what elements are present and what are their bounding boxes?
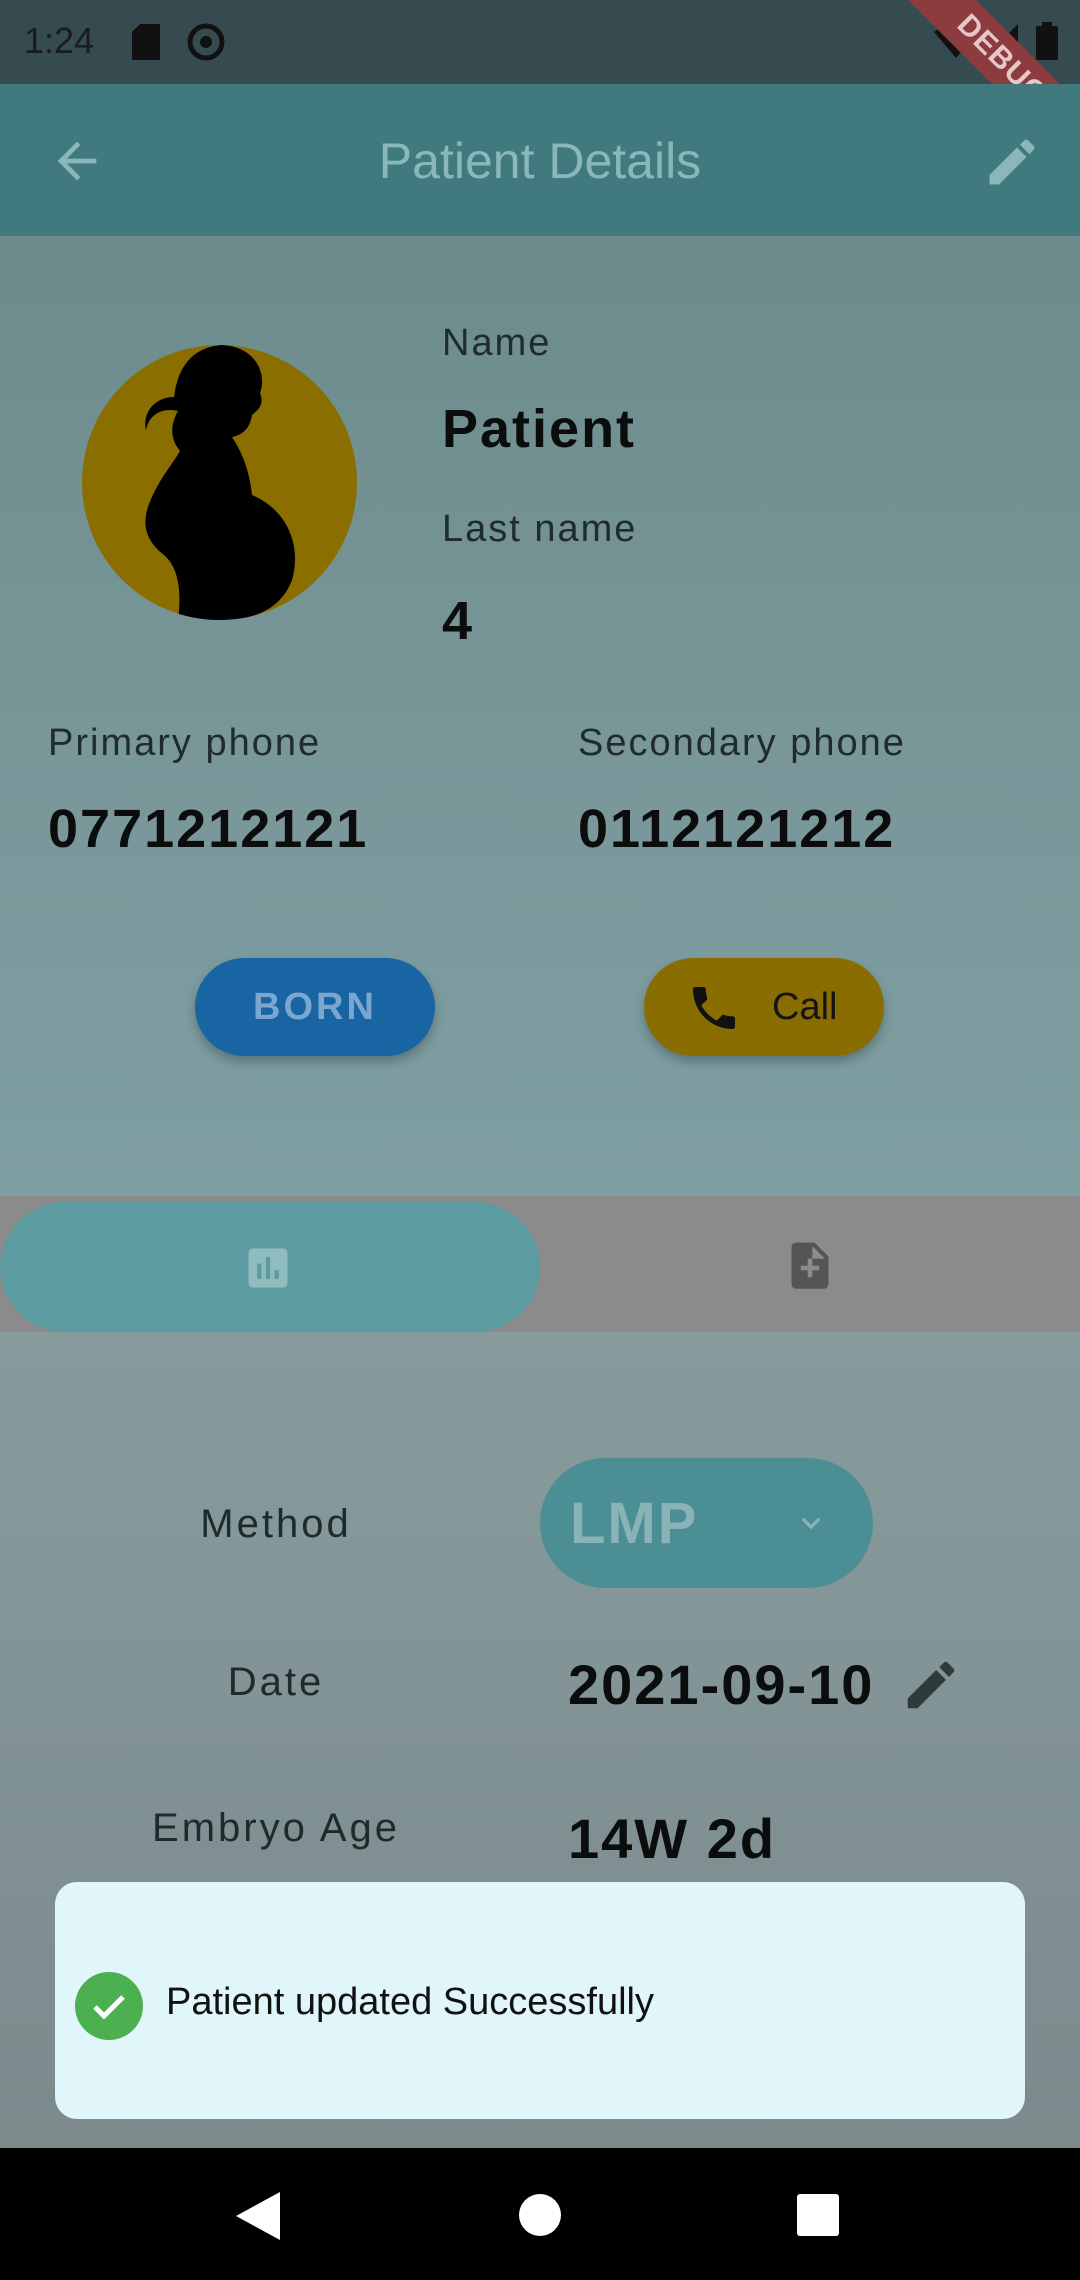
chevron-down-icon	[792, 1504, 830, 1547]
system-nav-bar	[0, 2148, 1080, 2280]
app-bar: Patient Details	[0, 84, 1080, 236]
phone-icon	[686, 980, 742, 1041]
date-value: 2021-09-10	[568, 1653, 875, 1716]
method-label: Method	[200, 1502, 352, 1546]
check-circle-icon	[75, 1972, 143, 2045]
do-not-disturb-icon	[186, 22, 226, 67]
edit-date-icon[interactable]	[900, 1654, 962, 1721]
tab-add-document[interactable]	[540, 1202, 1080, 1332]
status-bar: 1:24 DEBUG	[0, 0, 1080, 169]
born-button[interactable]: BORN	[195, 958, 435, 1056]
last-name-label: Last name	[442, 508, 638, 550]
method-value: LMP	[570, 1491, 699, 1556]
call-button[interactable]: Call	[644, 958, 884, 1056]
nav-back-icon[interactable]	[236, 2192, 280, 2245]
patient-name: Patient	[442, 399, 637, 459]
snackbar: Patient updated Successfully	[55, 1882, 1025, 2119]
patient-last-name: 4	[442, 591, 475, 651]
secondary-phone-label: Secondary phone	[578, 722, 906, 764]
edit-pencil-icon[interactable]	[982, 132, 1042, 197]
nav-home-icon[interactable]	[519, 2194, 561, 2241]
battery-icon	[1036, 22, 1058, 65]
embryo-age-value: 14W 2d	[568, 1807, 777, 1870]
add-document-icon	[782, 1238, 838, 1303]
avatar	[82, 345, 357, 620]
pregnant-woman-icon	[145, 345, 296, 620]
method-dropdown[interactable]: LMP	[540, 1458, 873, 1588]
date-label: Date	[227, 1660, 325, 1704]
embryo-age-label: Embryo Age	[152, 1806, 400, 1850]
bar-chart-icon	[242, 1242, 294, 1299]
status-time: 1:24	[24, 20, 95, 61]
sd-card-icon	[132, 24, 160, 65]
primary-phone-label: Primary phone	[48, 722, 322, 764]
call-button-label: Call	[772, 986, 838, 1028]
page-title: Patient Details	[378, 133, 702, 189]
snackbar-message: Patient updated Successfully	[166, 1981, 654, 2023]
name-label: Name	[442, 322, 552, 364]
primary-phone-value: 0771212121	[48, 799, 369, 859]
secondary-phone-value: 0112121212	[578, 799, 896, 859]
nav-recents-icon[interactable]	[797, 2194, 839, 2241]
tab-chart[interactable]	[0, 1202, 540, 1332]
